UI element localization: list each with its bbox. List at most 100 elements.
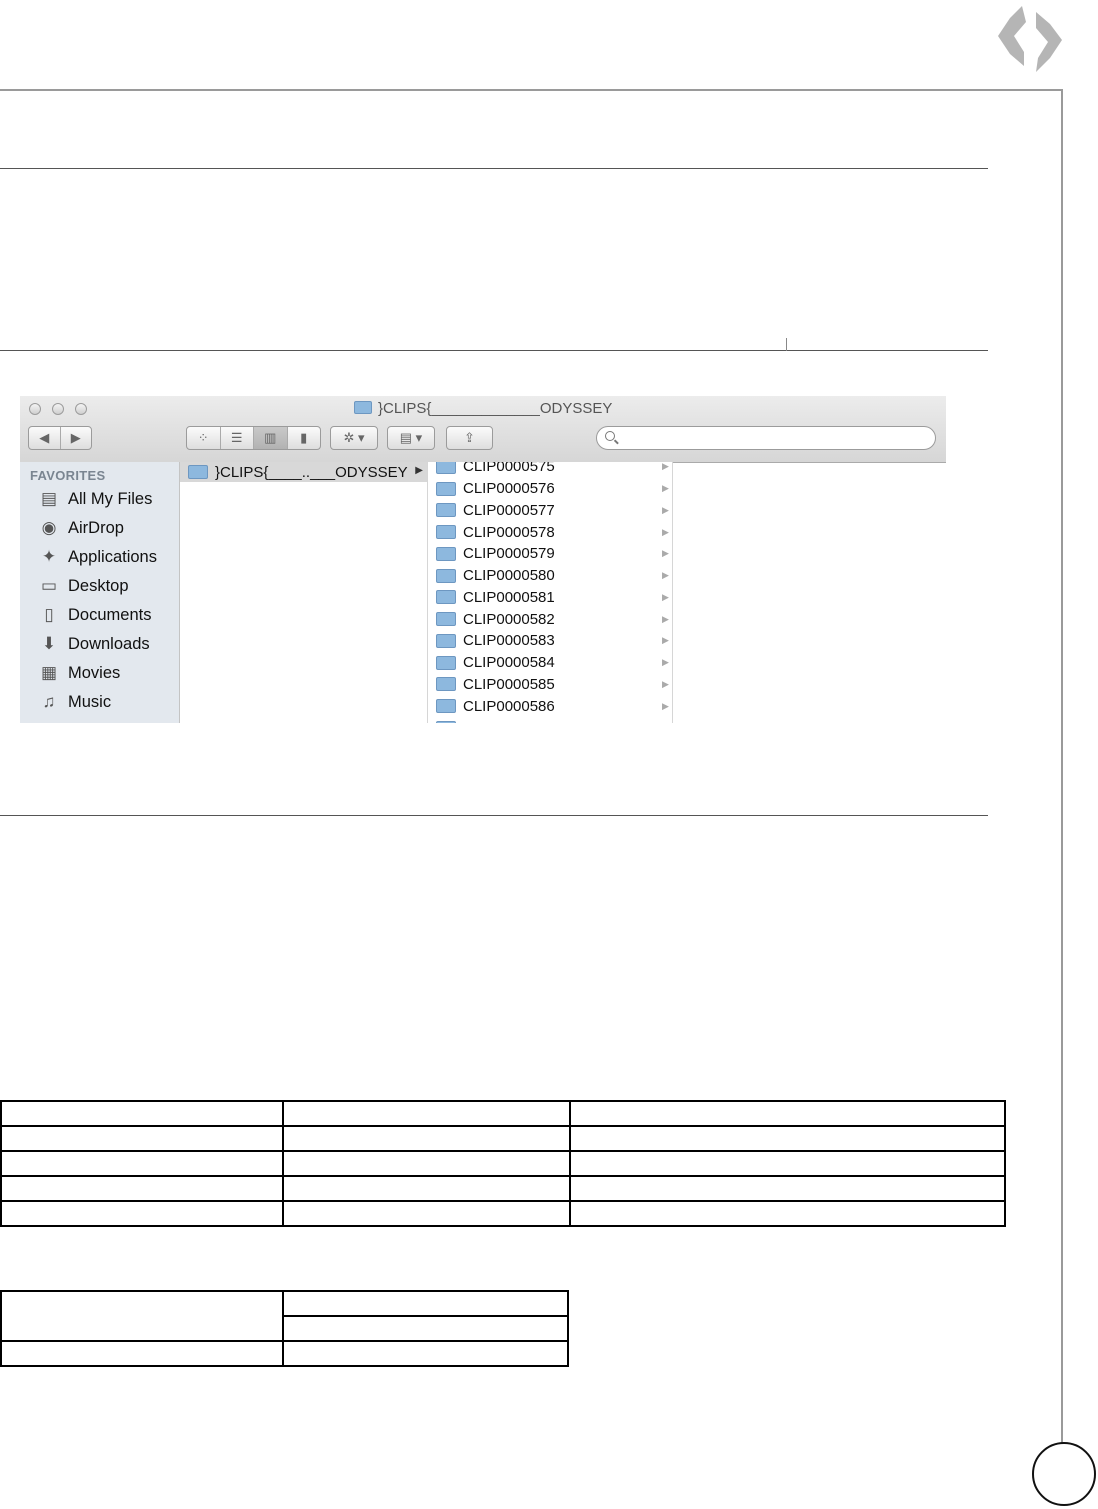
folder-icon bbox=[436, 720, 456, 723]
folder-icon bbox=[436, 655, 456, 670]
action-gear-button[interactable]: ✲ ▾ bbox=[330, 426, 378, 450]
list-item[interactable]: CLIP0000583 ▶ bbox=[428, 630, 672, 652]
table-cell bbox=[0, 1100, 284, 1127]
sidebar-item[interactable]: ✦ Applications bbox=[38, 544, 157, 570]
documents-icon: ▯ bbox=[44, 605, 54, 624]
sidebar-item[interactable]: ♫ Music bbox=[38, 689, 111, 715]
arrange-icon: ▤ ▾ bbox=[399, 430, 423, 445]
folder-icon bbox=[354, 401, 372, 414]
list-item[interactable]: CLIP0000576 ▶ bbox=[428, 478, 672, 500]
logo-icon bbox=[998, 6, 1062, 72]
disclosure-arrow-icon: ▶ bbox=[662, 548, 669, 559]
list-item[interactable]: CLIP0000577 ▶ bbox=[428, 500, 672, 522]
page-frame-top bbox=[0, 89, 1062, 91]
disclosure-arrow-icon: ▶ bbox=[415, 465, 423, 476]
disclosure-arrow-icon: ▶ bbox=[662, 504, 669, 515]
list-item[interactable]: CLIP0000585 ▶ bbox=[428, 674, 672, 696]
page-frame-right bbox=[1061, 89, 1063, 1444]
airdrop-icon: ◉ bbox=[41, 518, 57, 537]
browser-column-2: CLIP0000575 ▶ CLIP0000576 ▶ CLIP0000577 ▶ CLIP… bbox=[428, 462, 673, 723]
list-item[interactable]: CLIP0000578 ▶ bbox=[428, 521, 672, 543]
sidebar-item[interactable]: ▦ Movies bbox=[38, 660, 120, 686]
column-view-icon[interactable]: ▥ bbox=[254, 427, 288, 449]
zoom-window-button[interactable] bbox=[75, 403, 87, 415]
all-files-icon: ▤ bbox=[40, 489, 58, 508]
table-cell bbox=[282, 1100, 571, 1127]
table-row bbox=[0, 1200, 1006, 1227]
downloads-icon: ⬇ bbox=[41, 634, 57, 653]
folder-label: CLIP0000584 bbox=[463, 654, 555, 672]
folder-label: CLIP0000577 bbox=[463, 501, 555, 519]
table-cell bbox=[569, 1100, 1006, 1127]
sidebar-item[interactable]: ⬇ Downloads bbox=[38, 631, 150, 657]
list-item[interactable]: CLIP0000582 ▶ bbox=[428, 608, 672, 630]
sidebar-item-label: Documents bbox=[68, 605, 152, 624]
selected-folder-row[interactable]: }CLIPS{____..___ODYSSEY ▶ bbox=[180, 462, 427, 482]
list-item[interactable]: CLIP0000586 ▶ bbox=[428, 695, 672, 717]
table-cell bbox=[0, 1290, 284, 1342]
blank-table-1 bbox=[0, 1100, 1006, 1227]
list-view-icon[interactable]: ☰ bbox=[221, 427, 254, 449]
arrange-button[interactable]: ▤ ▾ bbox=[387, 426, 435, 450]
window-title-text: }CLIPS{_____________ODYSSEY bbox=[378, 400, 613, 417]
folder-icon bbox=[436, 590, 456, 605]
page-number-circle bbox=[1032, 1442, 1096, 1506]
folder-icon bbox=[436, 677, 456, 692]
sidebar: FAVORITES ▤ All My Files ◉ AirDrop ✦ Applicat… bbox=[20, 462, 180, 723]
coverflow-view-icon[interactable]: ▮ bbox=[288, 427, 321, 449]
table-cell bbox=[569, 1125, 1006, 1152]
gear-icon: ✲ ▾ bbox=[343, 430, 365, 445]
table-cell bbox=[0, 1175, 284, 1202]
back-arrow-icon[interactable]: ◀ bbox=[29, 427, 61, 449]
share-button[interactable]: ⇪ bbox=[446, 426, 493, 450]
blank-table-2 bbox=[0, 1290, 569, 1367]
table-row bbox=[0, 1290, 569, 1342]
search-icon bbox=[605, 431, 615, 441]
sidebar-item[interactable]: ▭ Desktop bbox=[38, 573, 129, 599]
table-cell bbox=[0, 1340, 284, 1367]
table-cell bbox=[282, 1150, 571, 1177]
table-row bbox=[0, 1340, 569, 1367]
table-cell bbox=[569, 1150, 1006, 1177]
folder-label: CLIP0000575 bbox=[463, 462, 555, 476]
table-cell bbox=[282, 1315, 569, 1342]
disclosure-arrow-icon: ▶ bbox=[662, 635, 669, 646]
folder-label: CLIP0000576 bbox=[463, 480, 555, 498]
table-row bbox=[0, 1100, 1006, 1127]
disclosure-arrow-icon: ▶ bbox=[662, 526, 669, 537]
sidebar-item-label: All My Files bbox=[68, 489, 153, 508]
table-cell bbox=[282, 1340, 569, 1367]
window-title: }CLIPS{_____________ODYSSEY bbox=[354, 400, 612, 420]
icon-view-icon[interactable]: ⁘ bbox=[187, 427, 221, 449]
sidebar-item[interactable]: ▤ All My Files bbox=[38, 486, 152, 512]
finder-toolbar: }CLIPS{_____________ODYSSEY ◀ ▶ ⁘ ☰ ▥ ▮ … bbox=[20, 396, 946, 463]
table-cell bbox=[282, 1200, 571, 1227]
folder-label: CLIP0000586 bbox=[463, 697, 555, 715]
search-input[interactable] bbox=[596, 426, 936, 450]
list-item[interactable]: CLIP0000584 ▶ bbox=[428, 652, 672, 674]
table-cell bbox=[282, 1290, 569, 1317]
folder-icon bbox=[436, 462, 456, 474]
list-item-partial bbox=[428, 717, 672, 723]
list-item[interactable]: CLIP0000575 ▶ bbox=[428, 462, 672, 478]
close-window-button[interactable] bbox=[29, 403, 41, 415]
folder-icon bbox=[436, 612, 456, 627]
sidebar-item-label: Music bbox=[68, 692, 112, 711]
sidebar-item[interactable]: ▯ Documents bbox=[38, 602, 151, 628]
folder-icon bbox=[436, 525, 456, 540]
forward-arrow-icon[interactable]: ▶ bbox=[61, 427, 92, 449]
selected-folder-label: }CLIPS{____..___ODYSSEY bbox=[215, 463, 408, 481]
finder-window: }CLIPS{_____________ODYSSEY ◀ ▶ ⁘ ☰ ▥ ▮ … bbox=[20, 396, 946, 723]
list-item[interactable]: CLIP0000581 ▶ bbox=[428, 587, 672, 609]
list-item[interactable]: CLIP0000579 ▶ bbox=[428, 543, 672, 565]
sidebar-item-label: AirDrop bbox=[68, 518, 124, 537]
applications-icon: ✦ bbox=[41, 547, 57, 566]
folder-label: CLIP0000578 bbox=[463, 523, 555, 541]
minimize-window-button[interactable] bbox=[52, 403, 64, 415]
table-row bbox=[0, 1150, 1006, 1177]
folder-icon bbox=[436, 546, 456, 561]
list-item[interactable]: CLIP0000580 ▶ bbox=[428, 565, 672, 587]
sidebar-item[interactable]: ◉ AirDrop bbox=[38, 515, 124, 541]
view-mode-control: ⁘ ☰ ▥ ▮ bbox=[186, 426, 321, 450]
sidebar-item-label: Downloads bbox=[68, 634, 150, 653]
